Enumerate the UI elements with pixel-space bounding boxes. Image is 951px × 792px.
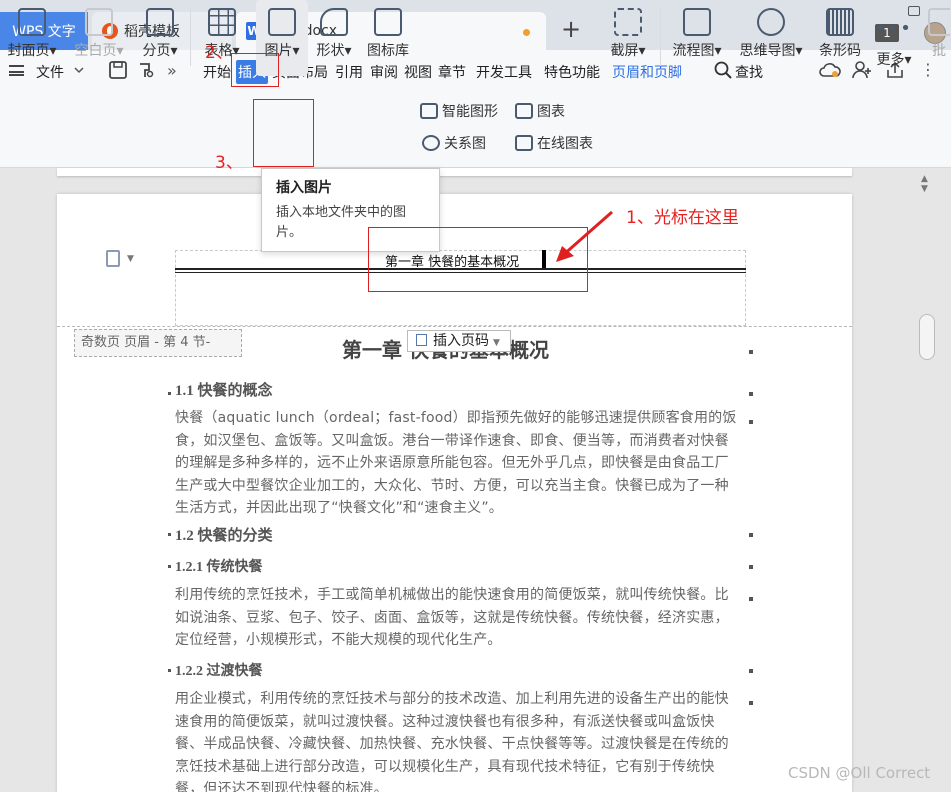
- icon-library-button[interactable]: 图标库: [364, 0, 412, 76]
- barcode-label: 条形码: [819, 43, 861, 59]
- online-chart-button[interactable]: 在线图表: [515, 133, 593, 153]
- menu-special[interactable]: 特色功能: [544, 62, 600, 82]
- subsection-heading: 1.2.1 传统快餐: [175, 560, 263, 575]
- paragraph-mark: [168, 533, 171, 536]
- annotate-label: 批: [932, 43, 946, 59]
- scroll-up-icon[interactable]: ▲ ▼: [921, 174, 928, 194]
- cover-page-icon: [18, 8, 46, 36]
- new-tab-button[interactable]: +: [561, 17, 581, 41]
- ribbon-divider: [660, 8, 661, 66]
- vertical-scrollbar[interactable]: [918, 168, 934, 792]
- paragraph: 用企业模式，利用传统的烹饪技术与部分的技术改造、加上利用先进的设备生产出的能快速…: [175, 691, 729, 792]
- icon-library-icon: [374, 8, 402, 36]
- margin-mark: [749, 565, 753, 569]
- ribbon-divider: [190, 8, 191, 66]
- header-boundary: [57, 326, 852, 327]
- margin-mark: [749, 533, 753, 537]
- page-break-button[interactable]: 分页▾: [136, 0, 184, 76]
- annotate-icon: [928, 8, 950, 36]
- more-dots-icon: •••: [875, 18, 913, 39]
- shape-label: 形状: [316, 43, 345, 59]
- cover-page-button[interactable]: 封面页▾: [2, 0, 62, 76]
- flowchart-label: 流程图: [672, 43, 715, 59]
- annotation-box-insert-tab: [231, 53, 279, 87]
- page-number-icon: [416, 334, 427, 346]
- subsection-heading: 1.2.2 过渡快餐: [175, 664, 263, 679]
- margin-mark: [749, 350, 753, 354]
- screenshot-button[interactable]: 截屏▾: [604, 0, 652, 76]
- flowchart-icon: [683, 8, 711, 36]
- online-chart-label: 在线图表: [537, 136, 593, 152]
- shape-button[interactable]: 形状▾: [310, 0, 358, 76]
- online-chart-icon: [515, 135, 533, 151]
- paragraph: 快餐（aquatic lunch（ordeal；fast-food）即指预先做好…: [175, 410, 737, 516]
- blank-page-button[interactable]: 空白页▾: [68, 0, 130, 76]
- page-break-icon: [146, 8, 174, 36]
- mindmap-button[interactable]: 思维导图▾: [734, 0, 808, 76]
- blank-page-icon: [85, 8, 113, 36]
- paragraph-mark: [168, 565, 171, 568]
- chevron-down-icon[interactable]: ▼: [127, 254, 134, 264]
- margin-mark: [749, 597, 753, 601]
- icon-library-label: 图标库: [367, 43, 409, 59]
- shape-icon: [320, 8, 348, 36]
- relation-graph-label: 关系图: [444, 136, 486, 152]
- paragraph-mark: [168, 392, 171, 395]
- annotation-step-3: 3、: [215, 153, 243, 173]
- screenshot-icon: [614, 8, 642, 36]
- insert-page-number-label: 插入页码: [433, 333, 489, 349]
- blank-page-label: 空白页: [74, 43, 117, 59]
- chart-icon: [515, 103, 533, 119]
- header-options-icon[interactable]: [106, 250, 120, 267]
- scrollbar-thumb[interactable]: [919, 314, 935, 360]
- previous-page-edge: [57, 168, 852, 176]
- smart-graphic-button[interactable]: 智能图形: [420, 101, 498, 121]
- unsaved-dot-icon: [523, 29, 530, 36]
- annotation-arrow-icon: [556, 210, 613, 262]
- annotation-step-1: 1、光标在这里: [626, 208, 739, 228]
- menu-developer[interactable]: 开发工具: [476, 62, 532, 82]
- relation-graph-icon: [422, 135, 440, 151]
- header-section-label: 奇数页 页眉 - 第 4 节-: [74, 329, 242, 357]
- annotation-box-picture: [253, 99, 314, 167]
- insert-page-number-button[interactable]: 插入页码 ▼: [407, 330, 511, 352]
- annotate-button[interactable]: 批: [928, 0, 950, 76]
- more-label: 更多: [876, 52, 905, 68]
- margin-mark: [749, 420, 753, 424]
- margin-mark: [749, 669, 753, 673]
- cover-page-label: 封面页: [7, 43, 50, 59]
- section-heading: 1.1 快餐的概念: [175, 383, 273, 399]
- more-button[interactable]: ••• 更多▾: [870, 0, 918, 76]
- barcode-button[interactable]: 条形码: [814, 0, 866, 76]
- barcode-icon: [826, 8, 854, 36]
- flowchart-button[interactable]: 流程图▾: [666, 0, 728, 76]
- paragraph: 利用传统的烹饪技术，手工或简单机械做出的能快速食用的简便饭菜，就叫传统快餐。比如…: [175, 587, 729, 648]
- annotation-step-2: 2、: [205, 43, 233, 63]
- screenshot-label: 截屏: [610, 43, 639, 59]
- section-heading: 1.2 快餐的分类: [175, 528, 273, 544]
- chart-button[interactable]: 图表: [515, 101, 565, 121]
- mindmap-icon: [757, 8, 785, 36]
- margin-mark: [749, 701, 753, 705]
- smart-graphic-icon: [420, 103, 438, 119]
- picture-icon: [268, 8, 296, 36]
- page-break-label: 分页: [142, 43, 171, 59]
- chart-label: 图表: [537, 104, 565, 120]
- tooltip-title: 插入图片: [276, 180, 332, 196]
- watermark: CSDN @Oll Correct: [788, 764, 931, 782]
- mindmap-label: 思维导图: [739, 43, 796, 59]
- margin-mark: [749, 392, 753, 396]
- menu-chapter[interactable]: 章节: [438, 62, 466, 82]
- paragraph-mark: [168, 669, 171, 672]
- smart-graphic-label: 智能图形: [442, 104, 498, 120]
- chevron-down-icon: ▼: [493, 338, 500, 348]
- relation-graph-button[interactable]: 关系图: [422, 133, 486, 153]
- table-icon: [208, 8, 236, 36]
